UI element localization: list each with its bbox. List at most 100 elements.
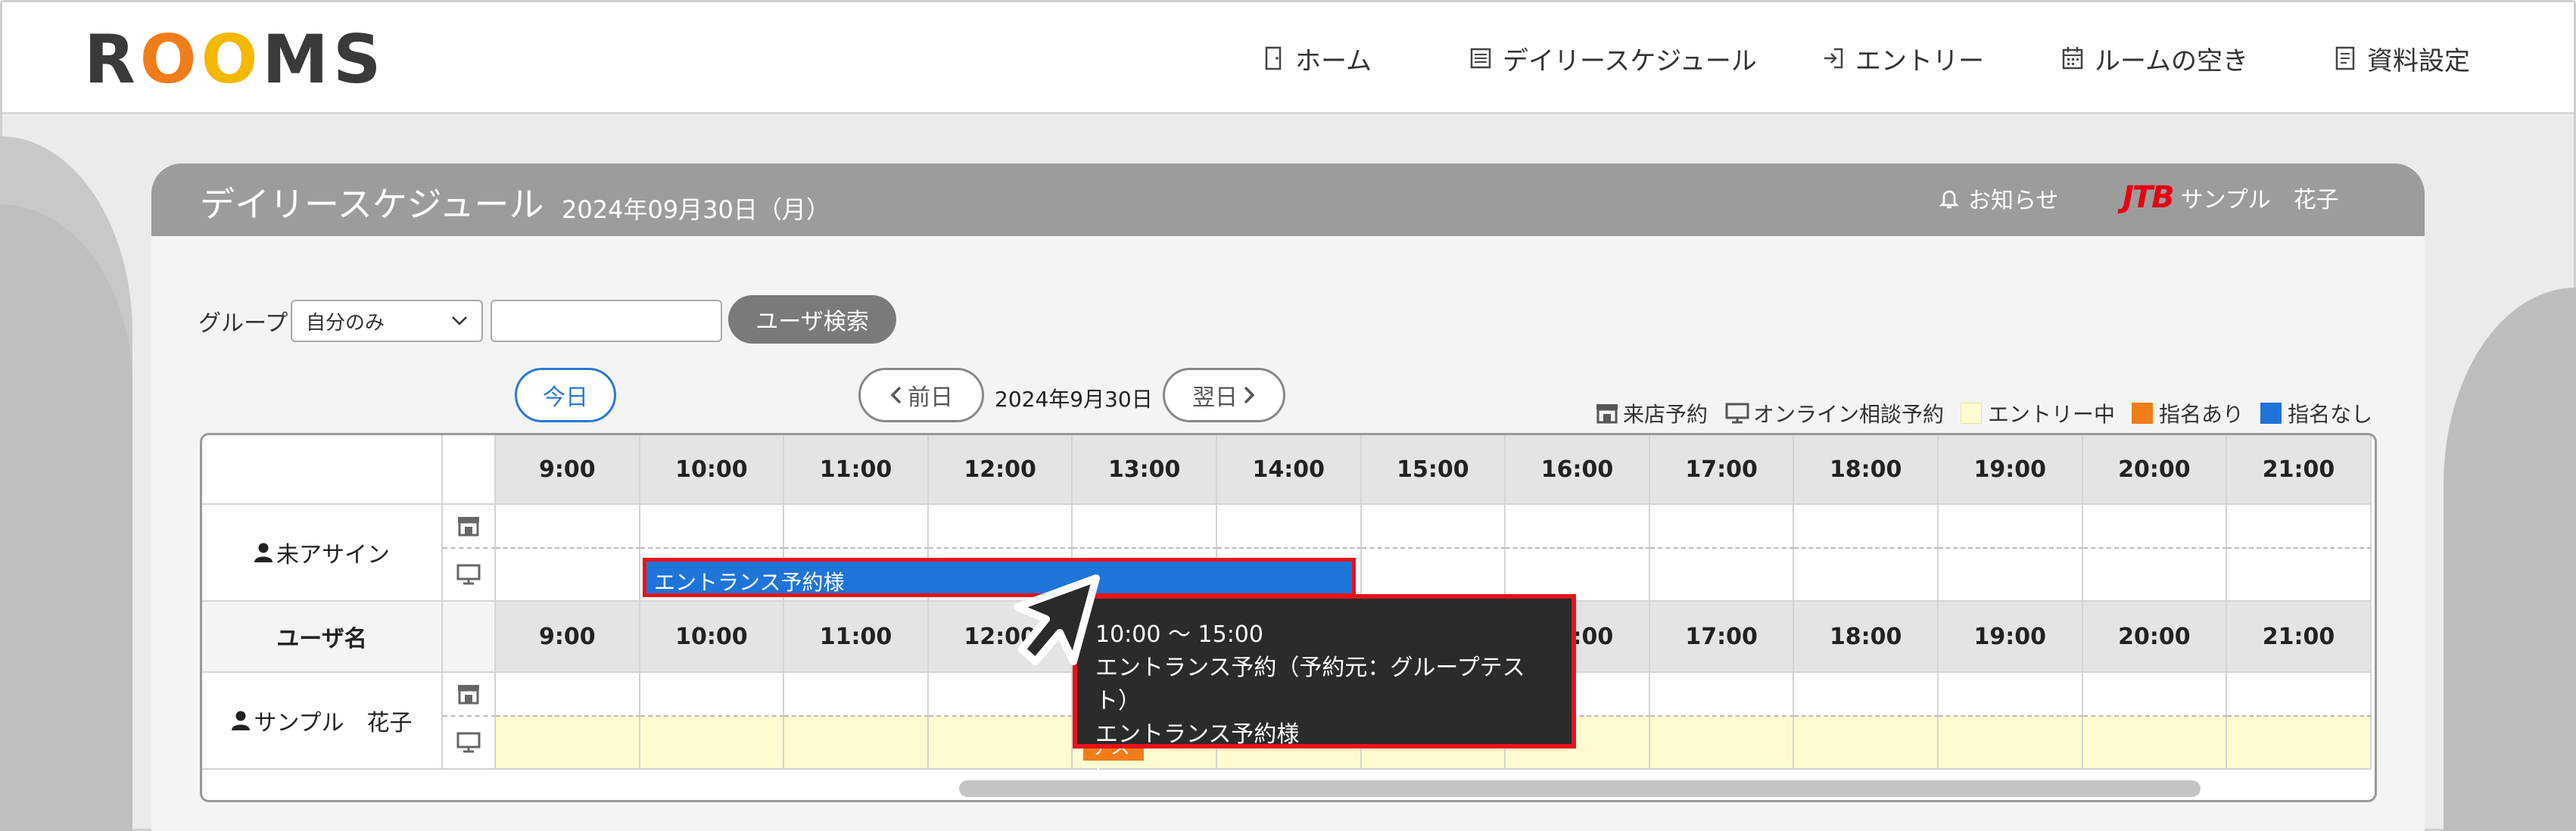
nav-home[interactable]: ホーム — [1262, 40, 1372, 76]
timeslot-cell[interactable] — [1939, 717, 2083, 770]
timeslot-cell[interactable] — [1506, 505, 1650, 549]
user-search-input[interactable] — [491, 300, 722, 342]
notice-link[interactable]: お知らせ — [1938, 182, 2058, 215]
timeslot-cell[interactable] — [2227, 505, 2372, 549]
hour-header: 20:00 — [2082, 602, 2228, 673]
row-user-label: サンプル 花子 — [254, 710, 413, 736]
timeslot-cell[interactable] — [1649, 673, 1795, 717]
login-icon — [1824, 48, 1843, 69]
timeslot-cell[interactable] — [928, 673, 1073, 717]
nav-document-settings[interactable]: 資料設定 — [2334, 40, 2470, 76]
group-label: グループ — [198, 310, 288, 337]
legend-swatch-entry — [1961, 403, 1983, 424]
row-unassigned: 未アサイン — [202, 505, 443, 602]
user-header-icon-col — [443, 602, 496, 673]
booking-entrance-reservation[interactable]: エントランス予約様 — [643, 558, 1356, 597]
timeslot-cell[interactable] — [1649, 549, 1795, 602]
timeslot-cell[interactable] — [1073, 505, 1217, 549]
booking-tooltip: 10:00 〜 15:00 エントランス予約（予約元：グループテスト） エントラ… — [1073, 594, 1576, 749]
nav-daily-schedule[interactable]: デイリースケジュール — [1469, 40, 1757, 76]
page-date: 2024年09月30日（月） — [562, 195, 830, 224]
timeslot-cell[interactable] — [1794, 673, 1939, 717]
top-navigation: ROOMS ホーム デイリースケジュール エントリー ルームの空き 資料設定 — [2, 2, 2574, 114]
timeslot-cell[interactable] — [928, 505, 1073, 549]
timeslot-cell[interactable] — [1939, 549, 2083, 602]
tooltip-time: 10:00 〜 15:00 — [1095, 621, 1263, 648]
row-unassigned-label: 未アサイン — [276, 542, 390, 568]
hour-header: 9:00 — [496, 435, 640, 505]
legend-swatch-designated — [2132, 403, 2154, 424]
today-button[interactable]: 今日 — [515, 368, 616, 422]
legend: 来店予約 オンライン相談予約 エントリー中 指名あり 指名なし — [1594, 398, 2372, 428]
nav-label: デイリースケジュール — [1503, 45, 1757, 76]
hour-header: 11:00 — [784, 602, 929, 673]
timeslot-cell[interactable] — [2227, 549, 2372, 602]
timeslot-cell[interactable] — [784, 505, 929, 549]
timeslot-cell[interactable] — [2227, 717, 2372, 770]
tooltip-name: エントランス予約様 — [1095, 721, 1300, 748]
timeslot-cell[interactable] — [1939, 673, 2083, 717]
legend-label: 指名あり — [2159, 402, 2244, 427]
nav-room-availability[interactable]: ルームの空き — [2061, 40, 2248, 76]
store-row-icon-cell — [443, 673, 496, 717]
timeslot-cell[interactable] — [2082, 717, 2228, 770]
timeslot-cell[interactable] — [784, 673, 929, 717]
timeslot-cell[interactable] — [640, 505, 785, 549]
hour-header: 17:00 — [1649, 602, 1795, 673]
timeslot-cell[interactable] — [1794, 549, 1939, 602]
next-day-button[interactable]: 翌日 — [1163, 368, 1285, 422]
online-row-icon-cell — [443, 717, 496, 770]
timeslot-cell[interactable] — [784, 717, 929, 770]
timeslot-cell[interactable] — [496, 549, 640, 602]
timeslot-cell[interactable] — [1361, 505, 1506, 549]
row-user: サンプル 花子 — [202, 673, 443, 770]
group-select[interactable]: 自分のみ — [291, 300, 483, 342]
nav-entry[interactable]: エントリー — [1822, 40, 1984, 76]
hour-header: 15:00 — [1361, 435, 1506, 505]
legend-item: 来店予約 — [1594, 398, 1708, 428]
legend-item: エントリー中 — [1961, 398, 2115, 428]
timeslot-cell[interactable] — [2082, 505, 2228, 549]
timeslot-cell[interactable] — [2082, 673, 2228, 717]
logo-letter: M — [262, 20, 333, 98]
user-menu[interactable]: JTB サンプル 花子 — [2123, 180, 2339, 215]
list-icon — [1470, 48, 1491, 69]
document-icon — [2335, 46, 2355, 70]
legend-label: エントリー中 — [1988, 402, 2116, 427]
door-icon — [1265, 46, 1282, 70]
store-icon — [1596, 404, 1618, 424]
logo-letter: R — [84, 20, 140, 98]
calendar-icon — [2062, 47, 2083, 70]
timeslot-cell[interactable] — [496, 673, 640, 717]
grid-corner — [202, 435, 443, 505]
timeslot-cell[interactable] — [1794, 505, 1939, 549]
timeslot-cell[interactable] — [2227, 673, 2372, 717]
bell-icon — [1939, 190, 1960, 209]
timeslot-cell[interactable] — [1794, 717, 1939, 770]
timeslot-cell[interactable] — [2082, 549, 2228, 602]
hour-header: 16:00 — [1506, 435, 1650, 505]
timeslot-cell[interactable] — [1649, 717, 1795, 770]
user-search-button[interactable]: ユーザ検索 — [728, 295, 896, 344]
timeslot-cell[interactable] — [928, 717, 1073, 770]
rooms-logo[interactable]: ROOMS — [84, 20, 385, 98]
chevron-right-icon — [1244, 386, 1255, 404]
previous-day-button[interactable]: 前日 — [858, 368, 984, 422]
next-day-label: 翌日 — [1192, 384, 1238, 411]
timeslot-cell[interactable] — [640, 673, 785, 717]
horizontal-scrollbar[interactable] — [959, 780, 2201, 797]
logo-letter: O — [201, 20, 263, 98]
hour-header: 21:00 — [2227, 435, 2372, 505]
notice-label: お知らせ — [1968, 188, 2059, 214]
chevron-left-icon — [890, 386, 902, 404]
nav-label: 資料設定 — [2367, 45, 2470, 76]
current-date: 2024年9月30日 — [995, 387, 1153, 412]
monitor-icon — [456, 564, 481, 585]
timeslot-cell[interactable] — [496, 505, 640, 549]
hour-header: 9:00 — [496, 602, 640, 673]
timeslot-cell[interactable] — [1217, 505, 1362, 549]
timeslot-cell[interactable] — [640, 717, 785, 770]
timeslot-cell[interactable] — [496, 717, 640, 770]
timeslot-cell[interactable] — [1649, 505, 1795, 549]
timeslot-cell[interactable] — [1939, 505, 2083, 549]
